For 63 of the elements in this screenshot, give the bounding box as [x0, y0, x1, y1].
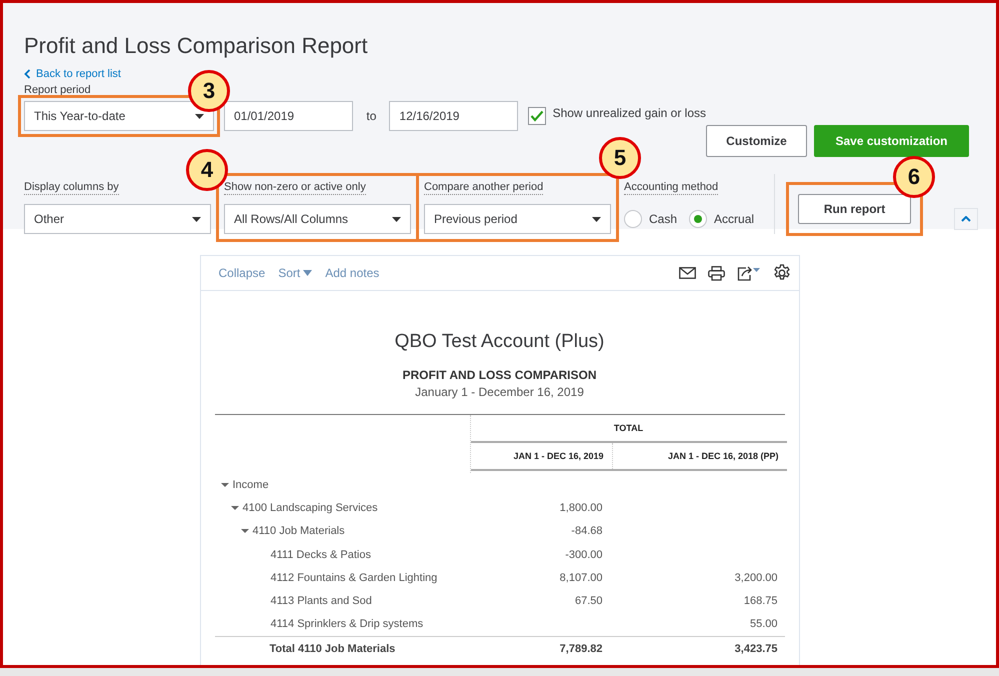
amount-cell: -84.68 [571, 525, 602, 538]
run-report-button[interactable]: Run report [798, 194, 912, 224]
field-label: Report period [24, 84, 91, 98]
caret-icon [192, 216, 201, 222]
amount-cell: 8,107.00 [560, 572, 602, 584]
total-amount: 7,789.82 [560, 642, 602, 655]
to-label: to [366, 109, 376, 123]
account-name: 4100 Landscaping Services [242, 502, 378, 514]
radio-button[interactable] [624, 210, 642, 228]
email-icon[interactable] [678, 267, 696, 279]
checkbox-label: Show unrealized gain or loss [552, 106, 706, 120]
report-period-dropdown[interactable]: This Year-to-date [24, 101, 214, 131]
field-label: Display columns by [24, 181, 119, 195]
chevron-left-icon [24, 69, 31, 79]
filter-dropdown[interactable]: Other [24, 204, 211, 234]
radio-button[interactable] [689, 210, 708, 228]
chevron-up-icon [961, 216, 972, 222]
account-name: Income [232, 478, 269, 491]
amount-cell: 67.50 [574, 595, 602, 608]
account-name: 4112 Fountains & Garden Lighting [270, 572, 438, 584]
field-label: Compare another period [424, 181, 544, 195]
account-name: 4111 Decks & Patios [270, 548, 371, 561]
collapse-button[interactable] [954, 208, 978, 230]
amount-cell: -300.00 [565, 548, 602, 561]
amount-cell: 3,200.00 [734, 572, 778, 584]
expanded-caret-icon[interactable] [230, 504, 238, 512]
total-label: Total 4110 Job Materials [270, 642, 396, 655]
radio-label: Accrual [714, 212, 754, 226]
filter-dropdown[interactable]: Previous period [424, 204, 611, 234]
expanded-caret-icon[interactable] [240, 527, 248, 536]
expanded-caret-icon[interactable] [220, 480, 228, 489]
radio-label: Cash [649, 212, 678, 226]
export-icon[interactable] [736, 265, 760, 281]
amount-cell: 55.00 [750, 618, 778, 630]
checkbox[interactable] [528, 107, 546, 125]
caret-icon [392, 216, 401, 222]
column-group-header: TOTAL [470, 415, 786, 443]
start-date-field[interactable]: 01/01/2019 [224, 101, 354, 131]
step-number-badge: 3 [188, 70, 230, 112]
company-name: QBO Test Account (Plus) [394, 331, 606, 353]
step-number-badge: 6 [893, 156, 936, 198]
print-icon[interactable] [708, 266, 724, 280]
caret-icon [592, 216, 601, 222]
back-link[interactable]: Back to report list [24, 68, 121, 80]
account-name: 4113 Plants and Sod [270, 595, 372, 608]
filter-dropdown[interactable]: All Rows/All Columns [224, 204, 411, 234]
amount-cell: 168.75 [744, 595, 778, 608]
step-number-badge: 5 [599, 137, 641, 179]
column-header: JAN 1 - DEC 16, 2019 [512, 450, 604, 463]
customize-button[interactable]: Customize [706, 125, 807, 157]
page-title: Profit and Loss Comparison Report [24, 33, 369, 59]
amount-cell: 1,800.00 [560, 502, 602, 514]
settings-icon[interactable] [772, 264, 790, 282]
field-label: Show non-zero or active only [224, 181, 366, 195]
column-header: JAN 1 - DEC 16, 2018 (PP) [612, 443, 786, 469]
field-label: Accounting method [624, 181, 718, 195]
report-title: PROFIT AND LOSS COMPARISON [401, 368, 598, 382]
total-amount: 3,423.75 [734, 642, 778, 655]
account-name: 4110 Job Materials [252, 525, 345, 538]
account-name: 4114 Sprinklers & Drip systems [270, 618, 424, 630]
report-period: January 1 - December 16, 2019 [414, 385, 585, 399]
caret-icon [303, 270, 312, 276]
end-date-field[interactable]: 12/16/2019 [389, 101, 518, 131]
